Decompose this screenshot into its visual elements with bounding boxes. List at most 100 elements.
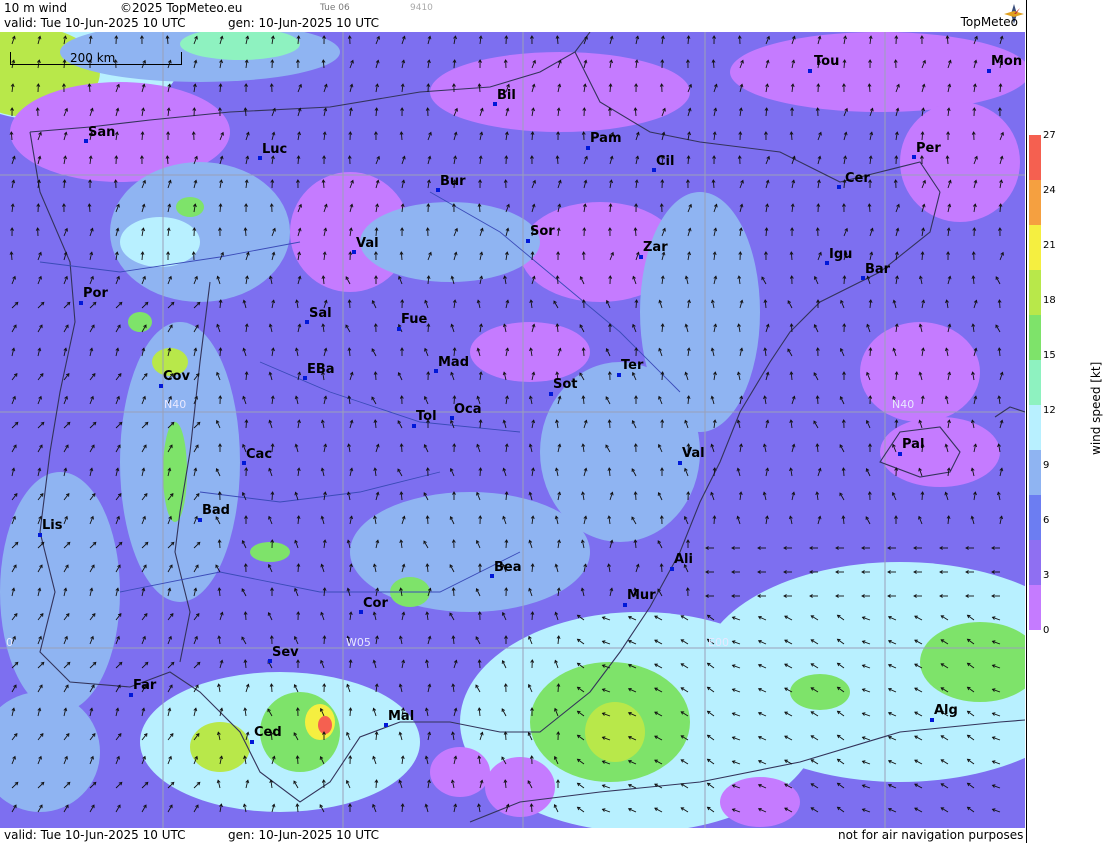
legend-swatch: [1029, 135, 1041, 180]
city-cov[interactable]: Cov: [163, 369, 190, 384]
city-dot: [397, 327, 401, 331]
city-dot: [38, 533, 42, 537]
grid-label-e00: E00: [708, 636, 729, 649]
city-dot: [198, 518, 202, 522]
city-pal[interactable]: Pal: [902, 437, 924, 452]
city-igu[interactable]: Igu: [829, 247, 852, 262]
wind-speed-legend: 27 24 21 18 15 12 9 6 3 0 wind speed [kt…: [1026, 0, 1117, 843]
grid-label-n40-west: N40: [164, 398, 187, 411]
footer-note: not for air navigation purposes: [838, 828, 1024, 842]
city-sot[interactable]: Sot: [553, 377, 578, 392]
city-dot: [159, 384, 163, 388]
header: 10 m wind ©2025 TopMeteo.eu Tue 06 9410 …: [0, 0, 1025, 32]
city-cil[interactable]: Cil: [656, 154, 674, 169]
city-zar[interactable]: Zar: [643, 240, 668, 255]
legend-swatch: [1029, 225, 1041, 270]
city-dot: [678, 461, 682, 465]
legend-tick-3: 3: [1043, 570, 1050, 581]
footer: valid: Tue 10-Jun-2025 10 UTC gen: 10-Ju…: [0, 828, 1025, 843]
city-dot: [549, 392, 553, 396]
city-sal[interactable]: Sal: [309, 306, 332, 321]
topmeteo-logo: TopMeteo: [930, 2, 1024, 32]
city-pam[interactable]: Pam: [590, 131, 622, 146]
city-dot: [617, 373, 621, 377]
city-dot: [586, 146, 590, 150]
city-bur[interactable]: Bur: [440, 174, 466, 189]
legend-tick-21: 21: [1043, 240, 1056, 251]
city-bad[interactable]: Bad: [202, 503, 230, 518]
city-tol[interactable]: Tol: [416, 409, 437, 424]
legend-tick-0: 0: [1043, 625, 1050, 636]
city-fue[interactable]: Fue: [401, 312, 427, 327]
footer-gen-time: gen: 10-Jun-2025 10 UTC: [228, 828, 380, 842]
city-tou[interactable]: Tou: [814, 54, 839, 69]
city-ali[interactable]: Ali: [674, 552, 693, 567]
city-ced[interactable]: Ced: [254, 725, 282, 740]
legend-tick-12: 12: [1043, 405, 1056, 416]
city-dot: [250, 740, 254, 744]
gen-time: gen: 10-Jun-2025 10 UTC: [228, 16, 380, 30]
city-lis[interactable]: Lis: [42, 518, 62, 533]
header-small-1: Tue 06: [320, 3, 350, 13]
footer-valid-time: valid: Tue 10-Jun-2025 10 UTC: [4, 828, 186, 842]
grid-label-edge: 0: [6, 636, 13, 649]
legend-title: wind speed [kt]: [1089, 361, 1103, 455]
legend-swatch: [1029, 405, 1041, 450]
city-val-north[interactable]: Val: [356, 236, 379, 251]
city-mon[interactable]: Mon: [991, 54, 1022, 69]
legend-swatch: [1029, 540, 1041, 585]
city-luc[interactable]: Luc: [262, 142, 287, 157]
city-mur[interactable]: Mur: [627, 588, 656, 603]
legend-tick-6: 6: [1043, 515, 1050, 526]
city-bea[interactable]: Bea: [494, 560, 522, 575]
legend-swatch: [1029, 450, 1041, 495]
grid-label-w05: W05: [346, 636, 371, 649]
city-dot: [987, 69, 991, 73]
city-mad[interactable]: Mad: [438, 355, 469, 370]
wind-map[interactable]: 200 km N40 N40 W05 E00 0 San Luc Bil Tou…: [0, 32, 1025, 828]
scale-label: 200 km: [70, 51, 116, 65]
city-far[interactable]: Far: [133, 678, 156, 693]
city-val-east[interactable]: Val: [682, 446, 705, 461]
city-dot: [623, 603, 627, 607]
variable-label: 10 m wind: [4, 1, 67, 15]
legend-swatch: [1029, 315, 1041, 360]
city-cer[interactable]: Cer: [845, 171, 870, 186]
city-alg[interactable]: Alg: [934, 703, 958, 718]
city-bar[interactable]: Bar: [865, 262, 890, 277]
legend-swatch: [1029, 585, 1041, 630]
city-mal[interactable]: Mal: [388, 709, 414, 724]
city-dot: [639, 255, 643, 259]
valid-time: valid: Tue 10-Jun-2025 10 UTC: [4, 16, 186, 30]
city-dot: [898, 452, 902, 456]
legend-swatch: [1029, 360, 1041, 405]
legend-swatch: [1029, 180, 1041, 225]
city-dot: [670, 567, 674, 571]
city-sev[interactable]: Sev: [272, 645, 299, 660]
city-dot: [837, 185, 841, 189]
city-san[interactable]: San: [88, 125, 115, 140]
legend-tick-27: 27: [1043, 130, 1056, 141]
grid-label-n40-east: N40: [892, 398, 915, 411]
city-cac[interactable]: Cac: [246, 447, 272, 462]
wind-field: [0, 32, 1025, 828]
city-bil[interactable]: Bil: [497, 88, 516, 103]
legend-tick-15: 15: [1043, 350, 1056, 361]
city-dot: [79, 301, 83, 305]
city-dot: [129, 693, 133, 697]
city-sor[interactable]: Sor: [530, 224, 555, 239]
city-ter[interactable]: Ter: [621, 358, 643, 373]
city-per[interactable]: Per: [916, 141, 941, 156]
city-por[interactable]: Por: [83, 286, 108, 301]
city-dot: [412, 424, 416, 428]
logo-text: TopMeteo: [960, 15, 1018, 29]
legend-swatch: [1029, 270, 1041, 315]
copyright: ©2025 TopMeteo.eu: [120, 1, 243, 15]
city-eba[interactable]: EBa: [307, 362, 335, 377]
city-cor[interactable]: Cor: [363, 596, 388, 611]
legend-tick-18: 18: [1043, 295, 1056, 306]
legend-tick-24: 24: [1043, 185, 1056, 196]
city-dot: [930, 718, 934, 722]
city-dot: [526, 239, 530, 243]
city-oca[interactable]: Oca: [454, 402, 482, 417]
